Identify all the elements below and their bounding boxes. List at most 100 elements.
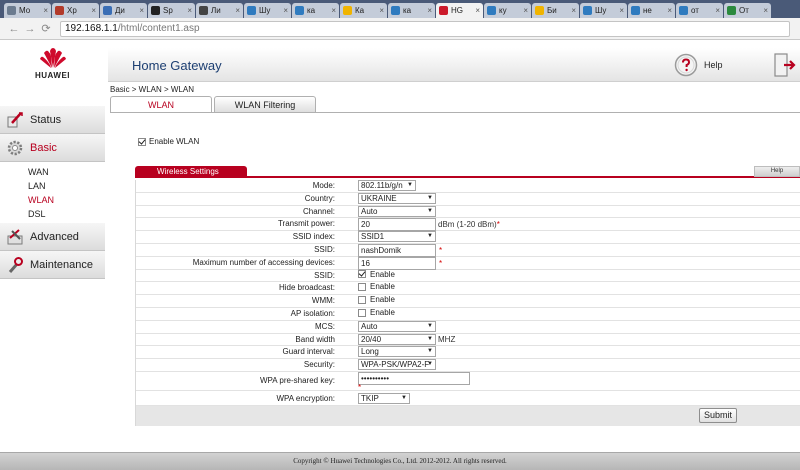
band-width-unit: MHZ xyxy=(438,334,456,344)
browser-tab[interactable]: HG × xyxy=(436,3,483,18)
submit-button[interactable]: Submit xyxy=(699,408,737,423)
sidebar-item-label: Maintenance xyxy=(30,258,93,271)
browser-tab[interactable]: Би × xyxy=(532,3,579,18)
browser-tab[interactable]: Хр × xyxy=(52,3,99,18)
ssid-index-select[interactable]: SSID1 xyxy=(358,231,436,243)
close-icon[interactable]: × xyxy=(283,6,288,15)
wpa-encryption-select[interactable]: TKIP xyxy=(358,393,410,404)
close-icon[interactable]: × xyxy=(43,6,48,15)
close-icon[interactable]: × xyxy=(331,6,336,15)
guard-interval-row: Guard interval: Long xyxy=(136,346,800,360)
mcs-select[interactable]: Auto xyxy=(358,320,436,332)
channel-select[interactable]: Auto xyxy=(358,205,436,217)
back-arrow-icon[interactable]: ← xyxy=(6,23,22,35)
reload-icon[interactable]: ⟳ xyxy=(38,22,54,35)
close-icon[interactable]: × xyxy=(187,6,192,15)
submenu-item-wan[interactable]: WAN xyxy=(28,165,105,179)
wrench-icon xyxy=(8,256,23,273)
close-icon[interactable]: × xyxy=(91,6,96,15)
sidebar-item-basic[interactable]: Basic xyxy=(0,134,105,162)
browser-tab-label: Шу xyxy=(595,6,607,15)
tab-favicon-icon xyxy=(631,6,640,15)
browser-tab[interactable]: ка × xyxy=(388,3,435,18)
submenu-item-wlan[interactable]: WLAN xyxy=(28,193,105,207)
close-icon[interactable]: × xyxy=(379,6,384,15)
huawei-logo: HUAWEI xyxy=(0,40,105,86)
hide-broadcast-label: Hide broadcast: xyxy=(278,283,335,293)
browser-tab[interactable]: Ли × xyxy=(196,3,243,18)
browser-tab[interactable]: от × xyxy=(676,3,723,18)
mcs-label: MCS: xyxy=(315,321,335,331)
ssid-index-row: SSID index: SSID1 xyxy=(136,231,800,244)
help-label: Help xyxy=(704,60,723,70)
sidebar-item-status[interactable]: Status xyxy=(0,106,105,134)
url-input[interactable]: 192.168.1.1/html/content1.asp xyxy=(60,20,790,37)
ssid-label: SSID: xyxy=(314,245,335,254)
country-select[interactable]: UKRAINE xyxy=(358,192,436,204)
security-select[interactable]: WPA-PSK/WPA2-F xyxy=(358,359,436,371)
ssid-input[interactable]: nashDomik xyxy=(358,244,436,257)
close-icon[interactable]: × xyxy=(139,6,144,15)
breadcrumb: Basic > WLAN > WLAN xyxy=(110,85,195,94)
basic-submenu: WAN LAN WLAN DSL xyxy=(0,162,105,223)
submenu-item-lan[interactable]: LAN xyxy=(28,179,105,193)
hide-broadcast-checkbox[interactable] xyxy=(358,282,366,291)
submenu-item-dsl[interactable]: DSL xyxy=(28,207,105,221)
wpa-key-input[interactable]: •••••••••• xyxy=(358,372,470,385)
close-icon[interactable]: × xyxy=(571,6,576,15)
close-icon[interactable]: × xyxy=(667,6,672,15)
browser-tab[interactable]: Шу × xyxy=(244,3,291,18)
browser-tab[interactable]: Шу × xyxy=(580,3,627,18)
wmm-checkbox[interactable] xyxy=(358,295,366,304)
browser-tab-label: HG xyxy=(451,6,463,15)
close-icon[interactable]: × xyxy=(523,6,528,15)
tab-favicon-icon xyxy=(583,6,592,15)
close-icon[interactable]: × xyxy=(715,6,720,15)
hide-broadcast-option: Enable xyxy=(370,282,395,292)
browser-tab[interactable]: Ди × xyxy=(100,3,147,18)
browser-tab[interactable]: Sp × xyxy=(148,3,195,18)
logout-button[interactable] xyxy=(772,52,796,80)
country-label: Country: xyxy=(304,193,335,203)
browser-tab[interactable]: Ка × xyxy=(340,3,387,18)
tab-favicon-icon xyxy=(487,6,496,15)
wmm-option: Enable xyxy=(370,295,395,305)
wpa-key-label: WPA pre-shared key: xyxy=(260,376,335,385)
close-icon[interactable]: × xyxy=(619,6,624,15)
band-width-select[interactable]: 20/40 xyxy=(358,333,436,345)
wpa-encryption-row: WPA encryption: TKIP xyxy=(136,393,800,406)
browser-tab[interactable]: не × xyxy=(628,3,675,18)
browser-tab-label: От xyxy=(739,6,749,15)
ap-isolation-checkbox[interactable] xyxy=(358,308,366,317)
close-icon[interactable]: × xyxy=(763,6,768,15)
ssid-row: SSID: nashDomik * xyxy=(136,244,800,257)
hide-broadcast-row: Hide broadcast: Enable xyxy=(136,282,800,296)
browser-tab[interactable]: ку × xyxy=(484,3,531,18)
sidebar-item-maintenance[interactable]: Maintenance xyxy=(0,251,105,279)
close-icon[interactable]: × xyxy=(235,6,240,15)
sidebar-item-advanced[interactable]: Advanced xyxy=(0,223,105,251)
forward-arrow-icon[interactable]: → xyxy=(22,23,38,35)
close-icon[interactable]: × xyxy=(475,6,480,15)
browser-tab[interactable]: Мо × xyxy=(4,3,51,18)
guard-interval-select[interactable]: Long xyxy=(358,346,436,358)
transmit-power-input[interactable]: 20 xyxy=(358,218,436,232)
footer-copyright: Copyright © Huawei Technologies Co., Ltd… xyxy=(0,452,800,470)
help-button[interactable]: Help xyxy=(674,53,723,77)
section-help-button[interactable]: Help xyxy=(754,166,800,177)
enable-wlan-checkbox[interactable] xyxy=(138,137,146,146)
browser-tab-label: от xyxy=(691,6,699,15)
ssid-enable-checkbox[interactable] xyxy=(358,270,366,279)
wpa-encryption-label: WPA encryption: xyxy=(276,394,335,403)
mode-select[interactable]: 802.11b/g/n xyxy=(358,180,416,191)
tab-wlan[interactable]: WLAN xyxy=(110,96,212,112)
guard-interval-label: Guard interval: xyxy=(282,347,335,357)
sidebar-item-label: Advanced xyxy=(30,230,79,243)
tab-wlan-filtering[interactable]: WLAN Filtering xyxy=(214,96,316,112)
max-devices-input[interactable]: 16 xyxy=(358,256,436,270)
close-icon[interactable]: × xyxy=(427,6,432,15)
transmit-power-hint: dBm (1-20 dBm) xyxy=(438,220,497,230)
required-marker: * xyxy=(358,383,362,392)
browser-tab[interactable]: ка × xyxy=(292,3,339,18)
browser-tab[interactable]: От × xyxy=(724,3,771,18)
